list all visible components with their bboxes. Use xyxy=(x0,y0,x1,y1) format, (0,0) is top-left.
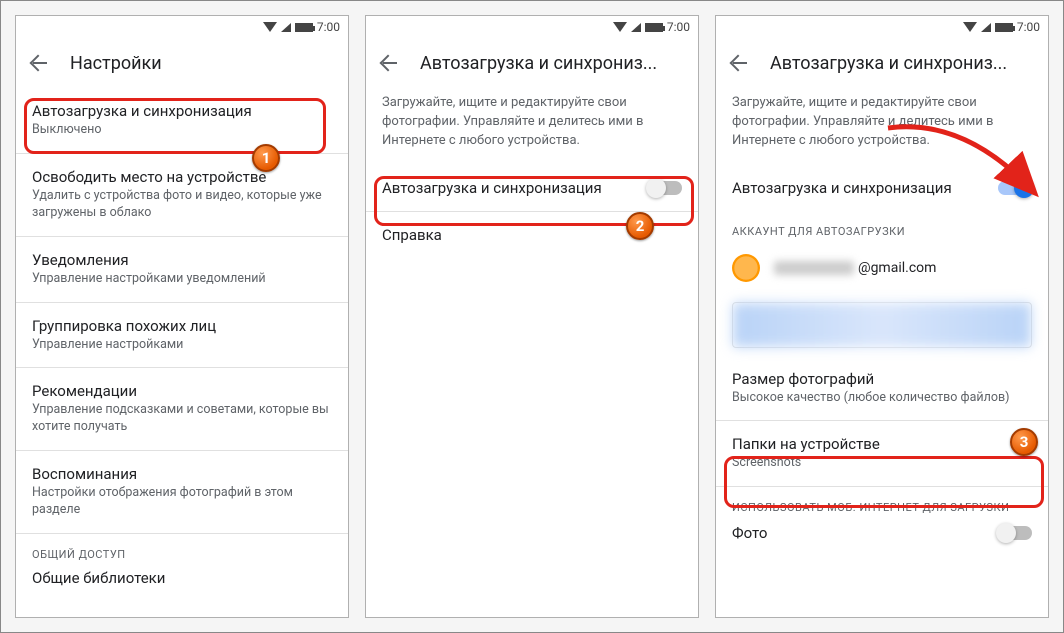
description: Загружайте, ищите и редактируйте свои фо… xyxy=(716,88,1048,165)
app-bar: Автозагрузка и синхрониз... xyxy=(366,38,698,88)
toggle-label: Автозагрузка и синхронизация xyxy=(732,179,952,197)
item-title: Группировка похожих лиц xyxy=(32,317,332,335)
clock: 7:00 xyxy=(667,20,690,34)
item-title: Рекомендации xyxy=(32,382,332,400)
switch-on[interactable] xyxy=(998,181,1032,195)
wifi-icon xyxy=(263,22,277,32)
account-email: @gmail.com xyxy=(774,260,936,276)
status-bar: 7:00 xyxy=(366,16,698,38)
item-subtitle: Высокое качество (любое количество файло… xyxy=(732,390,1032,407)
switch-off[interactable] xyxy=(648,181,682,195)
item-memories[interactable]: Воспоминания Настройки отображения фотог… xyxy=(16,451,348,533)
wifi-icon xyxy=(613,22,627,32)
battery-icon xyxy=(995,23,1013,32)
item-title: Общие библиотеки xyxy=(32,569,332,587)
item-title: Автозагрузка и синхронизация xyxy=(32,102,332,120)
item-title: Освободить место на устройстве xyxy=(32,168,332,186)
item-device-folders[interactable]: Папки на устройстве Screenshots xyxy=(716,421,1048,486)
account-email-hidden xyxy=(774,261,854,275)
signal-icon xyxy=(981,23,991,32)
item-title: Папки на устройстве xyxy=(732,435,1032,453)
switch-off[interactable] xyxy=(998,526,1032,540)
section-sharing-label: ОБЩИЙ ДОСТУП xyxy=(16,534,348,565)
item-face-grouping[interactable]: Группировка похожих лиц Управление настр… xyxy=(16,303,348,368)
signal-icon xyxy=(631,23,641,32)
canvas: 7:00 Настройки Автозагрузка и синхрониза… xyxy=(0,0,1064,633)
battery-icon xyxy=(645,23,663,32)
toggle-photo-mobile[interactable]: Фото xyxy=(716,518,1048,556)
toggle-backup-sync[interactable]: Автозагрузка и синхронизация xyxy=(716,165,1048,211)
item-free-space[interactable]: Освободить место на устройстве Удалить с… xyxy=(16,154,348,236)
body: Загружайте, ищите и редактируйте свои фо… xyxy=(366,88,698,617)
item-notifications[interactable]: Уведомления Управление настройками уведо… xyxy=(16,237,348,302)
clock: 7:00 xyxy=(1017,20,1040,34)
item-subtitle: Настройки отображения фотографий в этом … xyxy=(32,485,332,519)
toggle-label: Фото xyxy=(732,524,767,542)
screen-sync-on: 7:00 Автозагрузка и синхрониз... Загружа… xyxy=(715,15,1049,618)
account-card[interactable] xyxy=(732,302,1032,348)
wifi-icon xyxy=(963,22,977,32)
screen-settings: 7:00 Настройки Автозагрузка и синхрониза… xyxy=(15,15,349,618)
battery-icon xyxy=(295,23,313,32)
clock: 7:00 xyxy=(317,20,340,34)
item-upload-size[interactable]: Размер фотографий Высокое качество (любо… xyxy=(716,356,1048,421)
app-bar: Автозагрузка и синхрониз... xyxy=(716,38,1048,88)
body: Загружайте, ищите и редактируйте свои фо… xyxy=(716,88,1048,617)
avatar xyxy=(732,254,760,282)
item-title: Уведомления xyxy=(32,251,332,269)
back-icon[interactable] xyxy=(28,53,48,73)
toggle-label: Автозагрузка и синхронизация xyxy=(382,179,602,197)
item-subtitle: Screenshots xyxy=(732,455,1032,472)
page-title: Настройки xyxy=(70,53,162,74)
app-bar: Настройки xyxy=(16,38,348,88)
item-title: Воспоминания xyxy=(32,465,332,483)
item-subtitle: Управление настройками xyxy=(32,337,332,354)
item-title: Справка xyxy=(382,226,682,244)
page-title: Автозагрузка и синхрониз... xyxy=(420,53,657,74)
status-bar: 7:00 xyxy=(16,16,348,38)
signal-icon xyxy=(281,23,291,32)
toggle-backup-sync[interactable]: Автозагрузка и синхронизация xyxy=(366,165,698,211)
item-shared-libraries[interactable]: Общие библиотеки xyxy=(16,565,348,601)
screen-sync-off: 7:00 Автозагрузка и синхрониз... Загружа… xyxy=(365,15,699,618)
item-subtitle: Управление настройками уведомлений xyxy=(32,271,332,288)
section-mobile-data-label: ИСПОЛЬЗОВАТЬ МОБ. ИНТЕРНЕТ ДЛЯ ЗАГРУЗКИ xyxy=(716,487,1048,518)
page-title: Автозагрузка и синхрониз... xyxy=(770,53,1007,74)
account-row[interactable]: @gmail.com xyxy=(716,242,1048,294)
item-backup-sync[interactable]: Автозагрузка и синхронизация Выключено xyxy=(16,88,348,153)
back-icon[interactable] xyxy=(728,53,748,73)
item-recommendations[interactable]: Рекомендации Управление подсказками и со… xyxy=(16,368,348,450)
settings-list: Автозагрузка и синхронизация Выключено О… xyxy=(16,88,348,617)
account-email-domain: @gmail.com xyxy=(858,260,936,276)
description: Загружайте, ищите и редактируйте свои фо… xyxy=(366,88,698,165)
back-icon[interactable] xyxy=(378,53,398,73)
item-title: Размер фотографий xyxy=(732,370,1032,388)
status-bar: 7:00 xyxy=(716,16,1048,38)
item-subtitle: Выключено xyxy=(32,122,332,139)
section-account-label: АККАУНТ ДЛЯ АВТОЗАГРУЗКИ xyxy=(716,211,1048,242)
item-help[interactable]: Справка xyxy=(366,212,698,258)
item-subtitle: Управление подсказками и советами, котор… xyxy=(32,402,332,436)
item-subtitle: Удалить с устройства фото и видео, котор… xyxy=(32,188,332,222)
